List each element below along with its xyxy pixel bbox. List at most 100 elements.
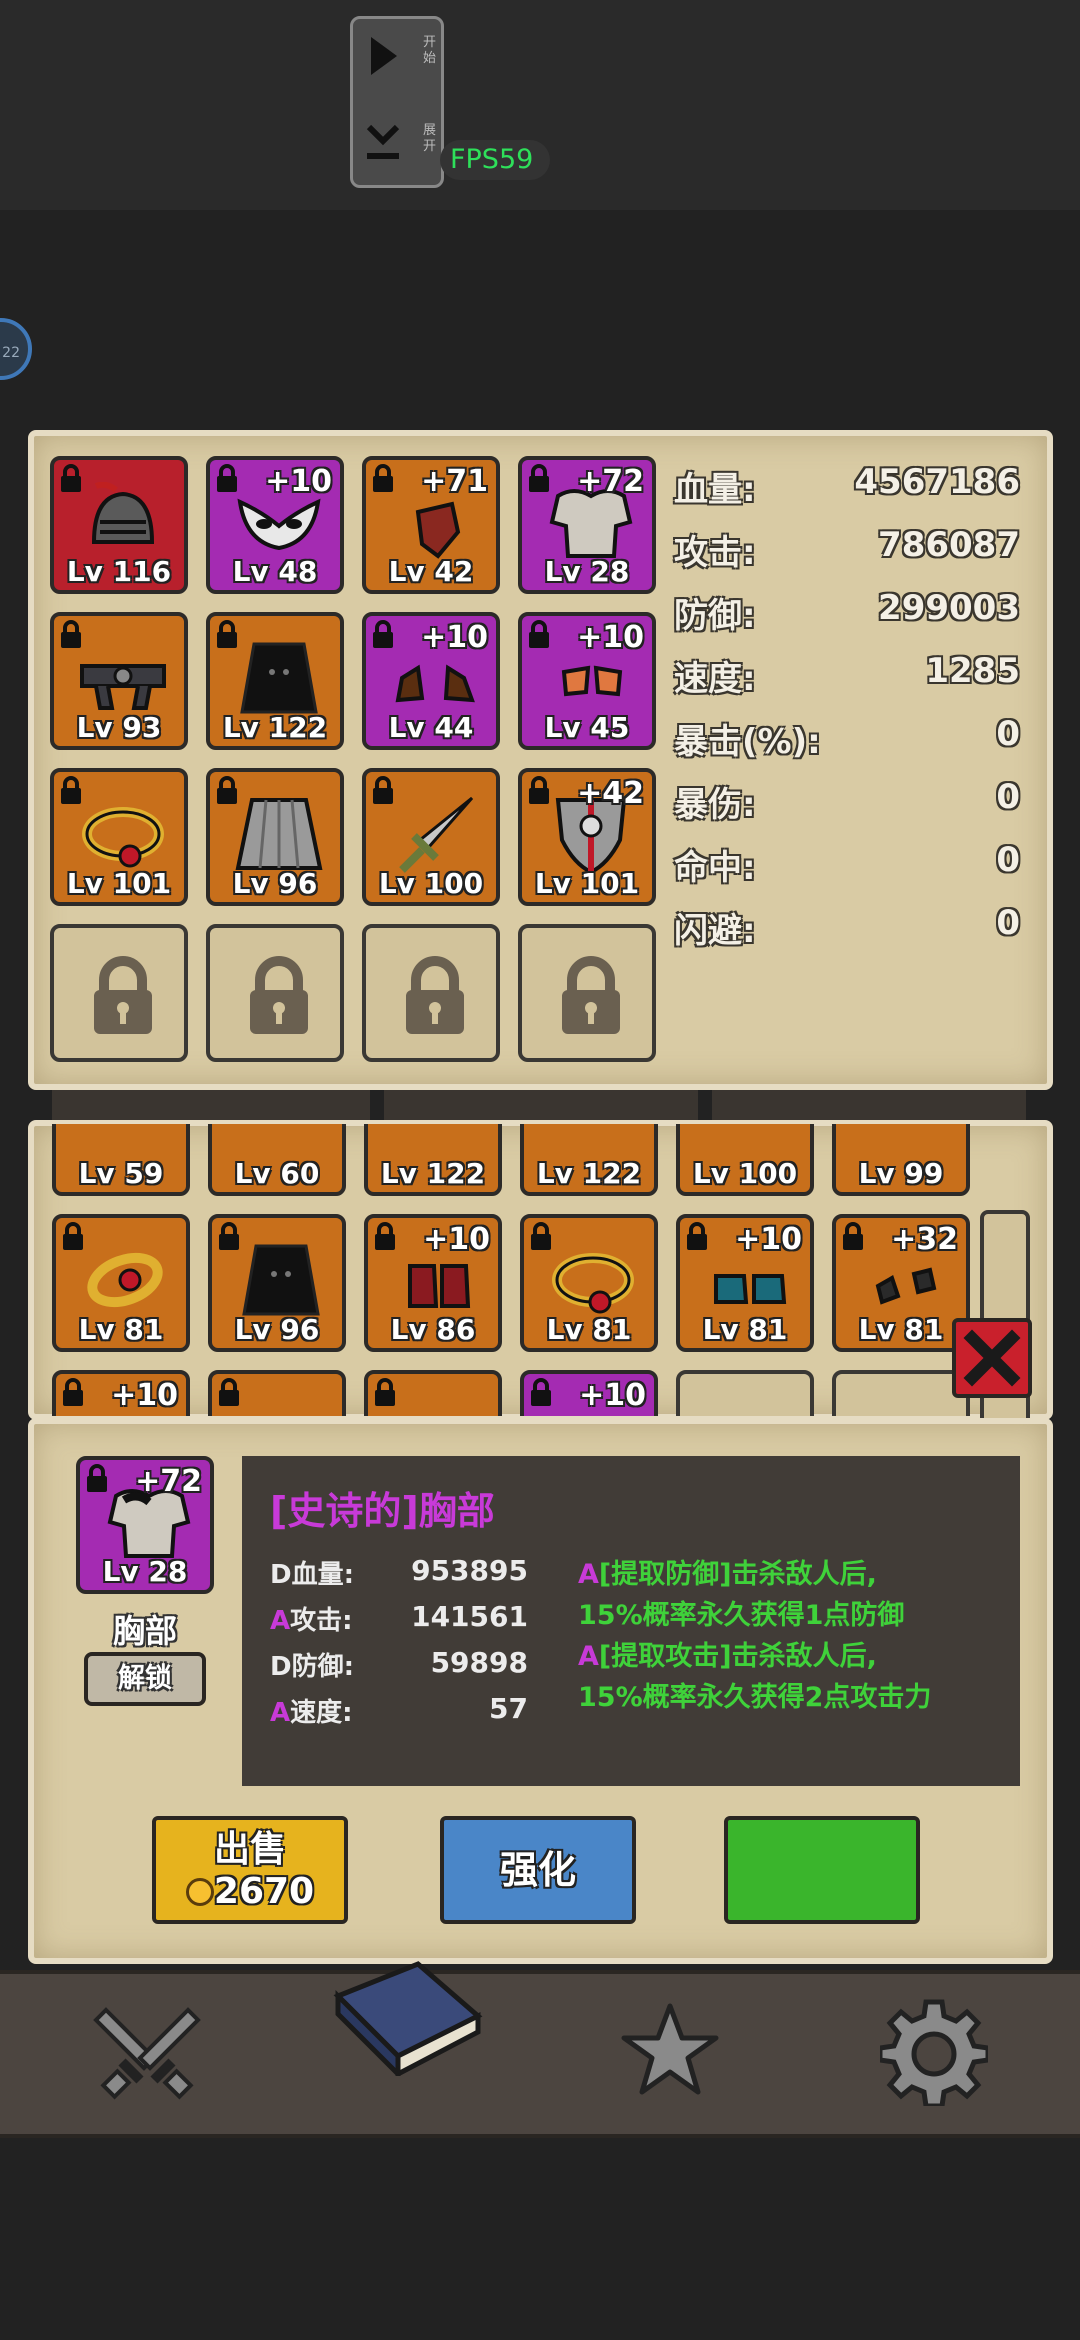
attribute-value: 141561 xyxy=(411,1600,528,1633)
locked-slot[interactable] xyxy=(518,924,656,1062)
equipment-slot-gloves[interactable]: +10 Lv 45 xyxy=(518,612,656,750)
affix-text: [提取防御]击杀敌人后, xyxy=(598,1559,877,1590)
crossed-swords-icon[interactable] xyxy=(92,2000,202,2100)
inventory-slot[interactable]: Lv 122 xyxy=(364,1124,502,1196)
empty-slot[interactable] xyxy=(832,1370,970,1416)
close-icon xyxy=(963,1329,1021,1387)
stat-label: 防御: xyxy=(674,596,756,636)
close-button[interactable] xyxy=(952,1318,1032,1398)
sword-icon xyxy=(399,796,474,873)
ring-icon xyxy=(552,1253,634,1314)
equipment-slot-gauntlet[interactable]: +71 Lv 42 xyxy=(362,456,500,594)
item-level: Lv 60 xyxy=(234,1157,320,1190)
item-level: Lv 96 xyxy=(232,867,318,900)
stat-label: 暴伤: xyxy=(674,785,756,825)
stat-value: 0 xyxy=(996,840,1020,880)
enhance-level: +10 xyxy=(111,1378,178,1413)
inventory-slot[interactable] xyxy=(208,1370,346,1416)
enhance-level: +71 xyxy=(421,464,488,499)
inventory-slot[interactable]: +10 Lv 81 xyxy=(676,1214,814,1352)
inventory-slot[interactable]: +10 xyxy=(520,1370,658,1416)
book-icon[interactable] xyxy=(328,1956,488,2076)
status-bar xyxy=(0,0,1080,210)
enhance-level: +10 xyxy=(577,620,644,655)
enhance-level: +10 xyxy=(265,464,332,499)
equipment-slot-sword[interactable]: Lv 100 xyxy=(362,768,500,906)
locked-slot[interactable] xyxy=(50,924,188,1062)
enhance-level: +72 xyxy=(577,464,644,499)
coin-icon xyxy=(185,1878,214,1906)
slot-name: 胸部 xyxy=(112,1612,177,1650)
stat-value: 0 xyxy=(996,903,1020,943)
lock-icon xyxy=(562,956,620,1034)
enhance-level: +42 xyxy=(577,776,644,811)
attribute-name: 血量: xyxy=(291,1560,354,1590)
inventory-slot[interactable]: Lv 60 xyxy=(208,1124,346,1196)
inventory-slot[interactable]: Lv 59 xyxy=(52,1124,190,1196)
ring-icon xyxy=(87,1252,163,1308)
enhance-level: +32 xyxy=(891,1222,958,1257)
item-level: Lv 48 xyxy=(232,555,318,588)
tab-3[interactable] xyxy=(712,1090,1026,1124)
stat-label: 血量: xyxy=(674,470,756,510)
equipment-slot-chest[interactable]: +72 Lv 28 xyxy=(518,456,656,594)
inventory-slot[interactable]: +10 xyxy=(52,1370,190,1416)
equipment-slot-cloak[interactable]: Lv 122 xyxy=(206,612,344,750)
inventory-slot[interactable] xyxy=(364,1370,502,1416)
star-icon[interactable] xyxy=(618,2000,722,2100)
affix-tier: A xyxy=(578,1559,599,1590)
sell-button[interactable]: 出售 2670 xyxy=(152,1816,348,1924)
chevron-down-icon xyxy=(366,124,400,159)
item-level: Lv 81 xyxy=(546,1313,632,1346)
empty-slot[interactable] xyxy=(676,1370,814,1416)
unlock-button[interactable]: 解锁 xyxy=(84,1652,206,1706)
skirt-icon xyxy=(235,798,323,870)
inventory-slot[interactable]: Lv 96 xyxy=(208,1214,346,1352)
equipment-slot-shield[interactable]: +42 Lv 101 xyxy=(518,768,656,906)
equip-button[interactable] xyxy=(724,1816,920,1924)
dev-panel: 开始 展开 xyxy=(350,16,444,188)
tab-2[interactable] xyxy=(384,1090,698,1124)
item-title: [史诗的]胸部 xyxy=(270,1489,495,1533)
attribute-row: D防御: xyxy=(270,1646,354,1683)
item-level: Lv 81 xyxy=(858,1313,944,1346)
helmet-icon xyxy=(91,482,155,544)
equipment-slot-skirt[interactable]: Lv 96 xyxy=(206,768,344,906)
upgrade-button[interactable]: 强化 xyxy=(440,1816,636,1924)
attribute-name: 防御: xyxy=(291,1652,354,1682)
inventory-viewport[interactable]: Lv 59 Lv 60 Lv 122 Lv 122 Lv 100 Lv 99 Lv 81 Lv… xyxy=(34,1124,974,1416)
inventory-slot[interactable]: Lv 100 xyxy=(676,1124,814,1196)
equipment-slot-helmet[interactable]: Lv 116 xyxy=(50,456,188,594)
equipment-slot-ring[interactable]: Lv 101 xyxy=(50,768,188,906)
play-icon xyxy=(371,37,397,75)
item-level: Lv 59 xyxy=(78,1157,164,1190)
equipment-slot-belt[interactable]: Lv 93 xyxy=(50,612,188,750)
locked-slot[interactable] xyxy=(362,924,500,1062)
avatar[interactable]: 22 xyxy=(0,318,32,380)
lock-icon xyxy=(375,1378,395,1406)
tab-1[interactable] xyxy=(52,1090,370,1124)
equipment-slot-boots[interactable]: +10 Lv 44 xyxy=(362,612,500,750)
affix-text: [提取攻击]击杀敌人后, xyxy=(598,1641,877,1672)
attribute-name: 速度: xyxy=(290,1698,353,1728)
stat-label: 攻击: xyxy=(674,533,756,573)
inventory-slot[interactable]: +10 Lv 86 xyxy=(364,1214,502,1352)
gear-icon[interactable] xyxy=(880,1998,988,2106)
inventory-slot[interactable]: Lv 81 xyxy=(520,1214,658,1352)
locked-slot[interactable] xyxy=(206,924,344,1062)
inventory-slot[interactable]: Lv 81 xyxy=(52,1214,190,1352)
inventory-slot[interactable]: Lv 99 xyxy=(832,1124,970,1196)
item-level: Lv 101 xyxy=(66,867,172,900)
belt-icon xyxy=(80,664,166,710)
play-button[interactable] xyxy=(363,31,403,91)
affix-text: 15%概率永久获得2点攻击力 xyxy=(578,1682,932,1713)
inventory-slot[interactable]: +32 Lv 81 xyxy=(832,1214,970,1352)
item-level: Lv 122 xyxy=(536,1157,642,1190)
equipment-slot-mask[interactable]: +10 Lv 48 xyxy=(206,456,344,594)
inventory-slot[interactable]: Lv 122 xyxy=(520,1124,658,1196)
attribute-tier: D xyxy=(270,1652,292,1682)
cloak-icon xyxy=(240,642,318,714)
attribute-value: 59898 xyxy=(430,1646,528,1679)
stat-label: 闪避: xyxy=(674,911,756,951)
expand-button[interactable] xyxy=(363,119,403,179)
